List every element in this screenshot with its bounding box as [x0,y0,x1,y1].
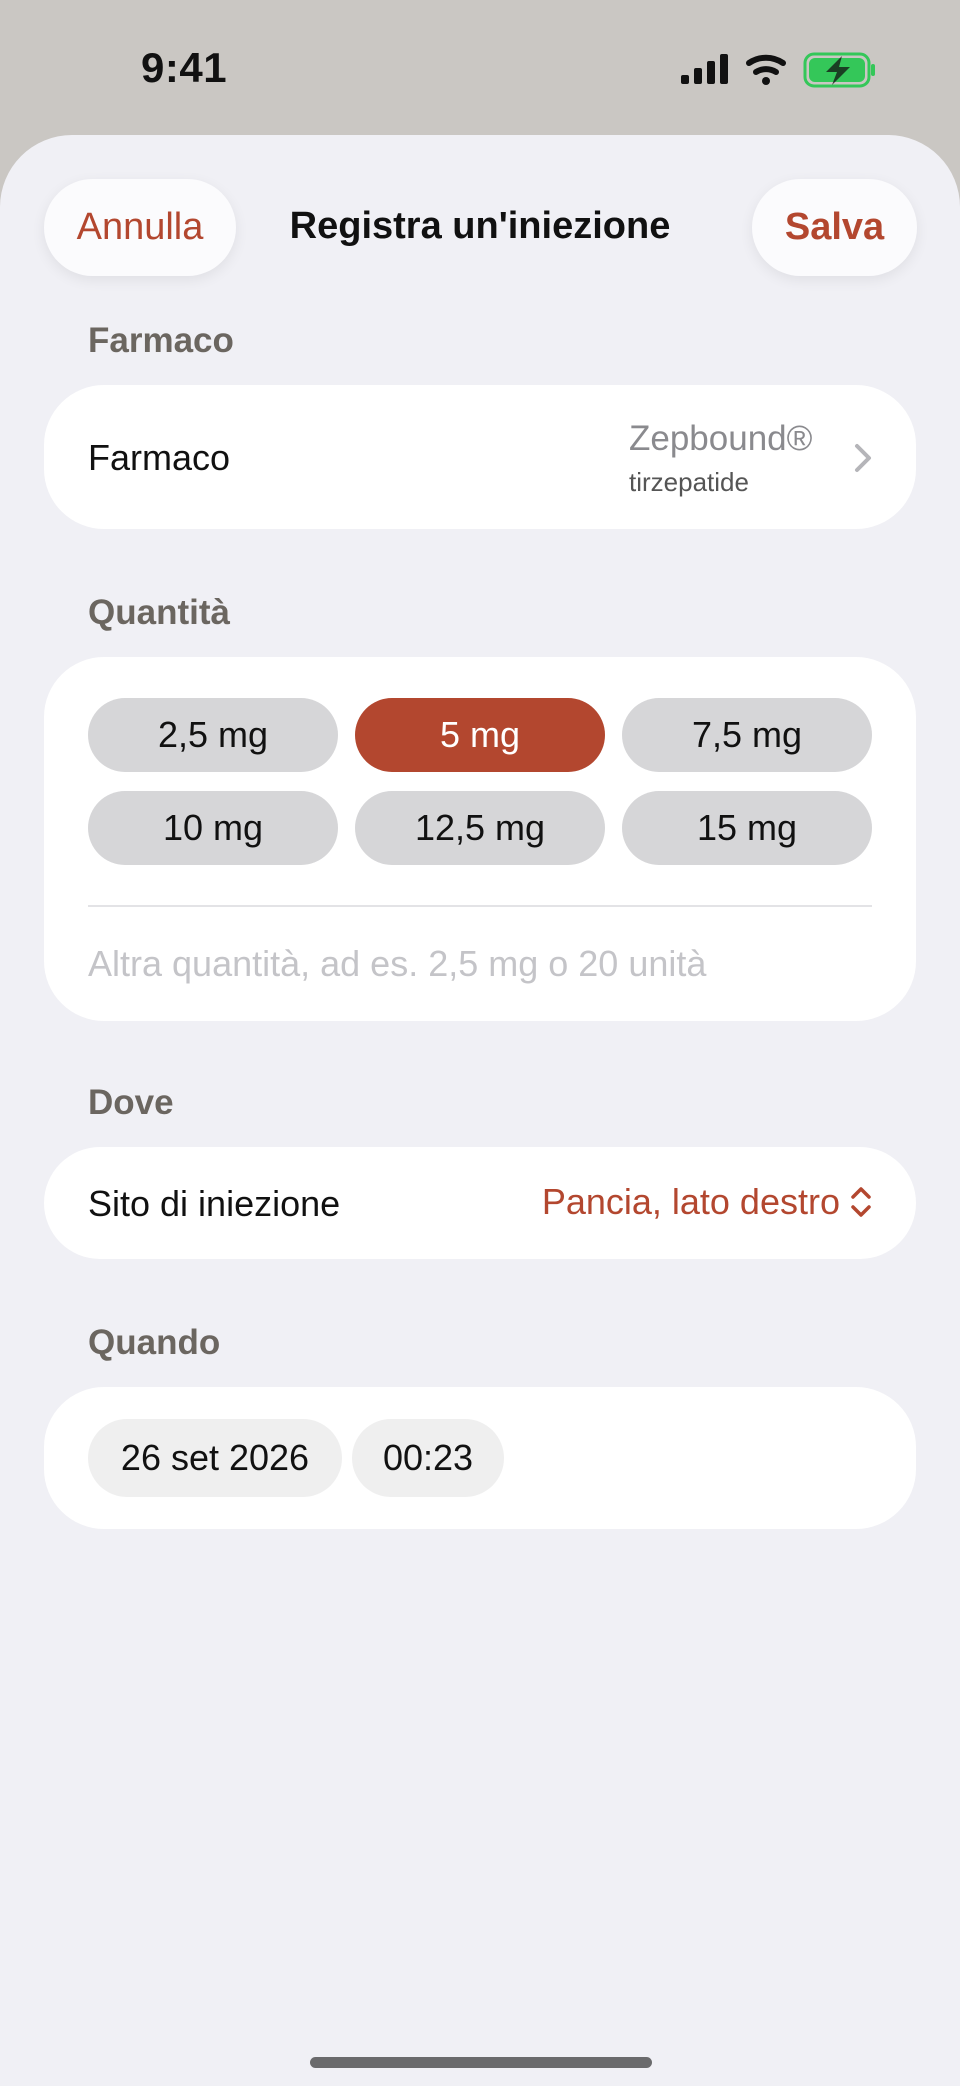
chevron-right-icon [855,444,871,472]
status-bar: 9:41 [0,0,960,135]
section-title-quantity: Quantità [88,593,230,632]
time-picker-button[interactable]: 00:23 [352,1419,504,1497]
medication-row[interactable]: Farmaco Zepbound® tirzepatide [44,385,916,529]
battery-charging-icon [803,52,875,88]
date-picker-button[interactable]: 26 set 2026 [88,1419,342,1497]
dose-chip-15-mg[interactable]: 15 mg [622,791,872,865]
log-injection-sheet: Annulla Registra un'iniezione Salva Farm… [0,135,960,2086]
chevron-up-down-icon [851,1187,871,1217]
medication-row-label: Farmaco [88,437,231,478]
status-icons [681,52,875,88]
injection-site-label: Sito di iniezione [88,1183,341,1224]
dose-chip-12-5-mg[interactable]: 12,5 mg [355,791,605,865]
drug-generic-name: tirzepatide [629,467,749,497]
dose-chip-2-5-mg[interactable]: 2,5 mg [88,698,338,772]
when-card: 26 set 2026 00:23 [44,1387,916,1529]
injection-site-select[interactable]: Pancia, lato destro [542,1181,872,1223]
injection-site-row[interactable]: Sito di iniezione Pancia, lato destro [44,1147,916,1259]
save-button[interactable]: Salva [752,179,917,276]
section-title-medication: Farmaco [88,321,234,360]
dose-chip-7-5-mg[interactable]: 7,5 mg [622,698,872,772]
drug-name: Zepbound® [629,419,813,458]
divider [88,905,872,907]
dose-chip-10-mg[interactable]: 10 mg [88,791,338,865]
home-indicator [310,2057,652,2068]
section-title-location: Dove [88,1083,174,1122]
wifi-icon [746,54,786,85]
injection-site-value: Pancia, lato destro [541,1181,840,1222]
dose-chip-5-mg[interactable]: 5 mg [355,698,605,772]
custom-amount-input[interactable] [88,939,872,989]
signal-icon [681,54,728,84]
quantity-card: 2,5 mg 5 mg 7,5 mg 10 mg 12,5 mg 15 mg [44,657,916,1021]
section-title-when: Quando [88,1323,221,1362]
